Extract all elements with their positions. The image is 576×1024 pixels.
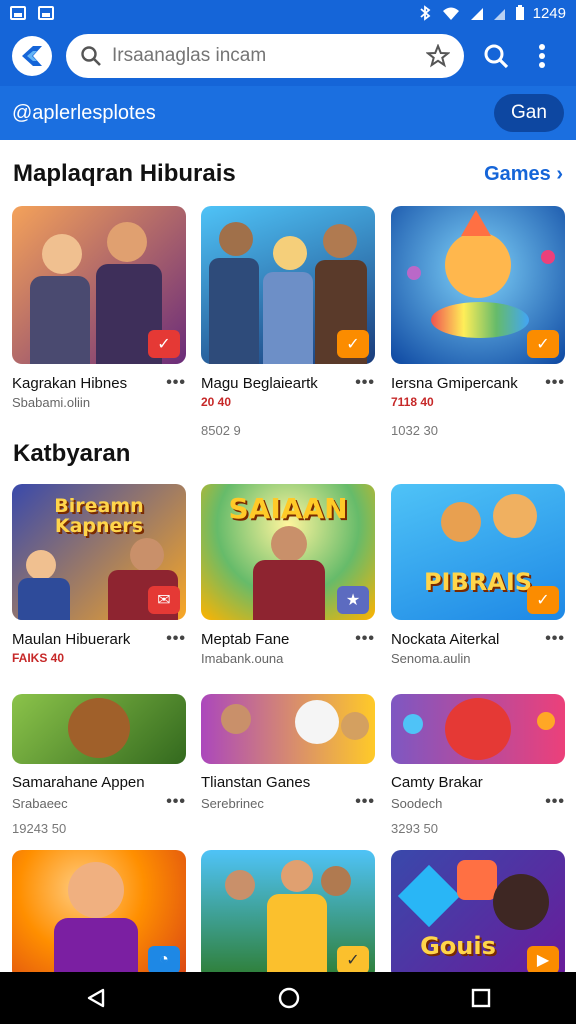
game-thumbnail[interactable] [12, 694, 186, 764]
game-rating: 7118 40 [391, 395, 434, 409]
game-badge-icon: ✉ [148, 586, 180, 614]
game-title: Maulan Hibuerark [12, 630, 131, 648]
game-developer: Senoma.aulin [391, 651, 471, 666]
game-price: 8502 9 [201, 423, 241, 438]
game-card[interactable]: ◔ [12, 850, 186, 972]
account-handle: @aplerlesplotes [12, 101, 156, 124]
game-card[interactable]: SAIAAN ★ Meptab Fane ••• Imabank.ouna [201, 484, 375, 666]
game-title: Nockata Aiterkal [391, 630, 500, 648]
more-options-icon[interactable]: ••• [166, 793, 186, 811]
star-icon[interactable] [426, 44, 450, 68]
more-options-icon[interactable]: ••• [166, 374, 186, 392]
app-bar [0, 26, 576, 86]
game-thumbnail[interactable]: ✓ [201, 850, 375, 972]
game-card[interactable]: ✓ [201, 850, 375, 972]
game-title: Tlianstan Ganes [201, 774, 311, 791]
main-content: Maplaqran Hiburais Games › ✓ Kagrakan Hi… [0, 140, 576, 972]
game-thumbnail[interactable]: ◔ [12, 850, 186, 972]
games-link[interactable]: Games › [484, 163, 563, 186]
game-price: 19243 50 [12, 821, 67, 836]
home-icon[interactable] [277, 986, 301, 1010]
game-badge-icon: ✓ [337, 946, 369, 972]
game-thumbnail[interactable]: SAIAAN ★ [201, 484, 375, 620]
game-developer: Imabank.ouna [201, 651, 284, 666]
gan-button[interactable]: Gan [494, 94, 564, 132]
game-thumbnail[interactable]: Bireamn Kapners ✉ [12, 484, 186, 620]
search-icon [484, 44, 509, 69]
game-title: Meptab Fane [201, 630, 290, 648]
system-nav-bar [0, 972, 576, 1024]
game-thumbnail[interactable] [391, 694, 565, 764]
game-logo-text: SAIAAN [228, 492, 348, 525]
more-options-icon[interactable]: ••• [355, 630, 375, 648]
more-vert-icon [539, 44, 545, 68]
more-options-icon[interactable]: ••• [545, 374, 565, 392]
game-card[interactable]: PIBRAIS ✓ Nockata Aiterkal ••• Senoma.aul… [391, 484, 565, 666]
game-card[interactable]: ✓ Magu Beglaieartk ••• 20 40 8502 9 [201, 206, 375, 438]
search-input[interactable] [112, 45, 426, 67]
app-logo-icon[interactable] [12, 36, 52, 76]
game-badge-icon: ◔ [148, 946, 180, 972]
image-notification-icon [10, 6, 26, 20]
game-card[interactable]: ✓ Kagrakan Hibnes ••• Sbabami.oliin [12, 206, 186, 410]
game-badge-icon: ▶ [527, 946, 559, 972]
signal-2-icon [493, 9, 505, 20]
game-developer: Srabaeec [12, 796, 68, 811]
battery-icon [515, 5, 524, 20]
more-options-icon[interactable]: ••• [166, 630, 186, 648]
more-options-icon[interactable]: ••• [545, 793, 565, 811]
game-badge-icon: ✓ [337, 330, 369, 358]
game-card[interactable]: ✓ Iersna Gmipercank ••• 7118 40 1032 30 [391, 206, 565, 438]
search-box[interactable] [66, 34, 464, 78]
game-card[interactable]: Camty Brakar Soodech ••• 3293 50 [391, 694, 565, 836]
game-badge-icon: ✓ [527, 586, 559, 614]
game-title: Iersna Gmipercank [391, 374, 518, 392]
game-card[interactable]: Bireamn Kapners ✉ Maulan Hibuerark ••• FA… [12, 484, 186, 665]
section-header: Katbyaran [13, 440, 563, 468]
game-thumbnail[interactable]: ✓ [12, 206, 186, 364]
game-title: Samarahane Appen [12, 774, 145, 791]
status-bar: 1249 [0, 0, 576, 26]
game-thumbnail[interactable] [201, 694, 375, 764]
wifi-icon [442, 7, 459, 20]
game-developer: Serebrinec [201, 796, 264, 811]
game-card[interactable]: Tlianstan Ganes Serebrinec ••• [201, 694, 375, 811]
game-badge-icon: ✓ [527, 330, 559, 358]
game-card[interactable]: Samarahane Appen Srabaeec ••• 19243 50 [12, 694, 186, 836]
game-developer: Soodech [391, 796, 443, 811]
game-card[interactable]: Gouis ▶ [391, 850, 565, 972]
search-button[interactable] [476, 36, 516, 76]
game-price: 1032 30 [391, 423, 438, 438]
game-thumbnail[interactable]: Gouis ▶ [391, 850, 565, 972]
overflow-menu-button[interactable] [522, 36, 562, 76]
signal-icon [470, 8, 483, 20]
more-options-icon[interactable]: ••• [355, 374, 375, 392]
game-logo-text: Bireamn Kapners [54, 495, 144, 537]
gallery-notification-icon [38, 6, 54, 20]
status-time: 1249 [532, 4, 566, 22]
game-title: Camty Brakar [391, 774, 483, 791]
section-title: Maplaqran Hiburais [13, 160, 236, 187]
recents-icon[interactable] [471, 988, 491, 1008]
search-icon [81, 46, 101, 66]
game-price: 3293 50 [391, 821, 438, 836]
game-rating: FAIKS 40 [12, 651, 65, 665]
game-thumbnail[interactable]: ✓ [201, 206, 375, 364]
section-title: Katbyaran [13, 440, 131, 467]
bluetooth-icon [420, 5, 431, 21]
more-options-icon[interactable]: ••• [355, 793, 375, 811]
game-badge-icon: ★ [337, 586, 369, 614]
game-title: Kagrakan Hibnes [12, 374, 128, 392]
back-icon[interactable] [85, 987, 107, 1009]
game-developer: Sbabami.oliin [12, 395, 91, 410]
game-badge-icon: ✓ [148, 330, 180, 358]
game-rating: 20 40 [201, 395, 232, 409]
game-thumbnail[interactable]: ✓ [391, 206, 565, 364]
more-options-icon[interactable]: ••• [545, 630, 565, 648]
game-title: Magu Beglaieartk [201, 374, 318, 392]
game-thumbnail[interactable]: PIBRAIS ✓ [391, 484, 565, 620]
section-header: Maplaqran Hiburais Games › [13, 160, 563, 188]
account-bar: @aplerlesplotes Gan [0, 86, 576, 140]
